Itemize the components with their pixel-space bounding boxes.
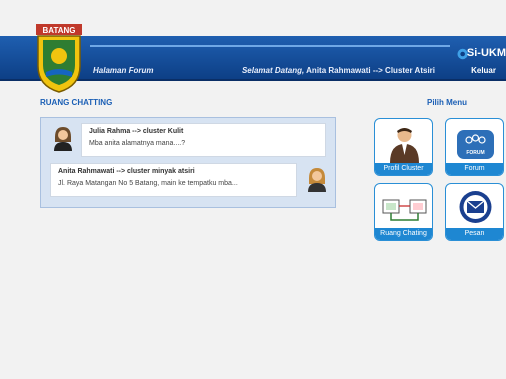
tile-label: Pesan: [446, 228, 503, 240]
menu-title: Pilih Menu: [427, 98, 467, 107]
welcome-prefix: Selamat Datang,: [241, 66, 305, 75]
message-text: Mba anita alamatnya mana....?: [89, 140, 186, 147]
female-avatar-icon: [308, 168, 326, 192]
forum-icon-text: FORUM: [466, 150, 484, 156]
female-avatar-icon: [54, 127, 72, 151]
forum-icon: FORUM: [457, 130, 494, 159]
tile-label: Profil Cluster: [375, 163, 432, 175]
tile-label: Ruang Chating: [375, 228, 432, 240]
menu-forum-button[interactable]: FORUM Forum: [445, 118, 504, 176]
chat-panel: Julia Rahma --> cluster Kulit Mba anita …: [40, 117, 336, 208]
message-sender: Julia Rahma --> cluster Kulit: [89, 128, 184, 135]
business-person-icon: [390, 128, 419, 163]
logo-text: BATANG: [42, 26, 75, 35]
menu-profil-cluster-button[interactable]: Profil Cluster: [374, 118, 433, 176]
chat-section-title: RUANG CHATTING: [40, 98, 113, 107]
logout-link[interactable]: Keluar: [471, 66, 496, 75]
tile-label: Forum: [446, 163, 503, 175]
welcome-text: Selamat Datang, Anita Rahmawati --> Clus…: [242, 66, 435, 75]
welcome-user: Anita Rahmawati --> Cluster Atsiri: [306, 66, 435, 75]
menu-pesan-button[interactable]: Pesan: [445, 183, 504, 241]
brand-name: Si-UKM: [466, 47, 506, 59]
page-label: Halaman Forum: [93, 66, 154, 75]
menu-ruang-chating-button[interactable]: Ruang Chating: [374, 183, 433, 241]
message-text: Jl. Raya Matangan No 5 Batang, main ke t…: [58, 180, 238, 187]
header-divider-line: [90, 45, 450, 47]
batang-logo-icon: BATANG: [36, 24, 82, 93]
chat-message: Julia Rahma --> cluster Kulit Mba anita …: [81, 123, 326, 157]
envelope-icon: [459, 191, 492, 223]
chat-screens-icon: [382, 199, 427, 221]
message-sender: Anita Rahmawati --> cluster minyak atsir…: [58, 168, 195, 175]
chat-message: Anita Rahmawati --> cluster minyak atsir…: [50, 163, 297, 197]
